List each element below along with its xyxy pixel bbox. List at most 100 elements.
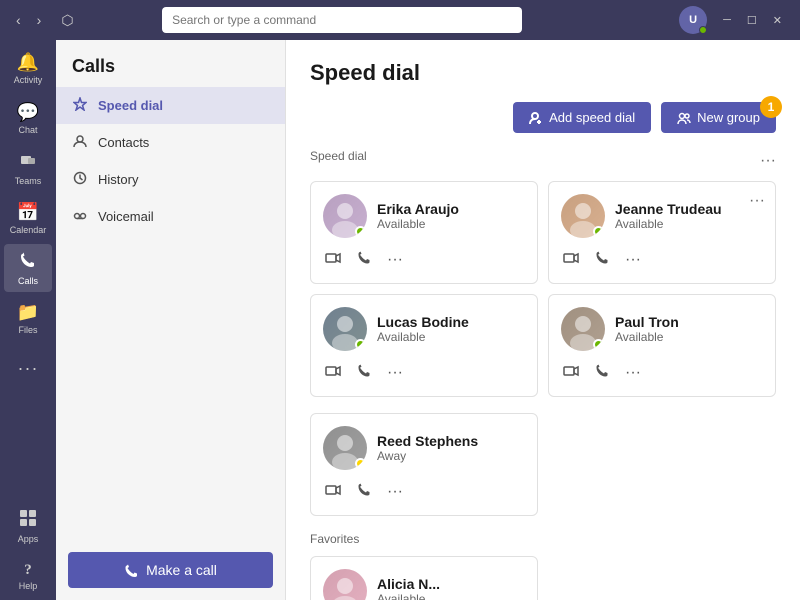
contact-info-alicia: Alicia N... Available <box>377 576 440 600</box>
phone-icon <box>357 363 371 377</box>
phone-icon <box>595 250 609 264</box>
contact-card-erika: Erika Araujo Available <box>310 181 538 284</box>
chat-label: Chat <box>18 125 37 135</box>
new-group-button[interactable]: New group <box>661 102 776 133</box>
add-speed-dial-button[interactable]: Add speed dial <box>513 102 651 133</box>
apps-icon <box>19 509 37 532</box>
titlebar: ‹ › ⬡ U ─ ☐ ✕ <box>0 0 800 40</box>
contact-info-erika: Erika Araujo Available <box>377 201 459 231</box>
minimize-button[interactable]: ─ <box>715 10 739 31</box>
speed-dial-grid: Erika Araujo Available <box>310 181 776 397</box>
sidebar-menu: Speed dial Contacts Hi <box>56 87 285 235</box>
sidebar-footer: Make a call <box>56 540 285 600</box>
avatar[interactable]: U <box>679 6 707 34</box>
make-call-button[interactable]: Make a call <box>68 552 273 588</box>
contact-status-jeanne: Available <box>615 217 722 231</box>
sidebar-item-history[interactable]: History <box>56 161 285 198</box>
teams-icon <box>19 151 37 174</box>
avatar-paul <box>561 307 605 351</box>
status-dot-erika <box>355 226 366 237</box>
sidebar-item-speed-dial[interactable]: Speed dial <box>56 87 285 124</box>
contact-card-paul: Paul Tron Available <box>548 294 776 397</box>
more-erika-button[interactable]: ··· <box>385 249 405 271</box>
edit-button[interactable]: ⬡ <box>55 10 79 31</box>
phone-call-lucas-button[interactable] <box>355 361 373 384</box>
sidebar-item-chat[interactable]: 💬 Chat <box>4 94 52 142</box>
back-button[interactable]: ‹ <box>10 10 27 30</box>
card-top-jeanne: Jeanne Trudeau Available <box>561 194 763 238</box>
avatar-erika <box>323 194 367 238</box>
contact-name-jeanne: Jeanne Trudeau <box>615 201 722 217</box>
content-area: Speed dial Add speed dial 1 <box>286 40 800 600</box>
card-top-lucas: Lucas Bodine Available <box>323 307 525 351</box>
add-speed-dial-label: Add speed dial <box>549 110 635 125</box>
sidebar-item-voicemail[interactable]: Voicemail <box>56 198 285 235</box>
person-silhouette-alicia <box>323 569 367 600</box>
page-title: Speed dial <box>310 60 776 86</box>
maximize-button[interactable]: ☐ <box>739 10 765 31</box>
favorites-grid: Alicia N... Available <box>310 556 776 600</box>
online-status-dot <box>699 26 707 34</box>
phone-call-erika-button[interactable] <box>355 248 373 271</box>
contact-name-alicia: Alicia N... <box>377 576 440 592</box>
contacts-label: Contacts <box>98 135 149 150</box>
calls-label: Calls <box>18 276 38 286</box>
empty-slot <box>548 413 776 516</box>
voicemail-label: Voicemail <box>98 209 154 224</box>
card-top-paul: Paul Tron Available <box>561 307 763 351</box>
new-group-icon <box>677 111 691 125</box>
close-button[interactable]: ✕ <box>765 10 790 31</box>
video-call-paul-button[interactable] <box>561 362 581 384</box>
sidebar-item-calls[interactable]: Calls <box>4 244 52 292</box>
help-icon: ? <box>24 562 32 579</box>
video-icon <box>325 365 341 377</box>
card-top-reed: Reed Stephens Away <box>323 426 525 470</box>
avatar-reed <box>323 426 367 470</box>
card-overflow-jeanne[interactable]: ··· <box>749 192 765 210</box>
contact-name-erika: Erika Araujo <box>377 201 459 217</box>
reed-grid: Reed Stephens Away <box>310 413 776 516</box>
card-actions-reed: ··· <box>323 480 525 503</box>
card-actions-paul: ··· <box>561 361 763 384</box>
phone-icon <box>357 482 371 496</box>
forward-button[interactable]: › <box>31 10 48 30</box>
sidebar-item-contacts[interactable]: Contacts <box>56 124 285 161</box>
search-input[interactable] <box>172 13 512 27</box>
video-call-jeanne-button[interactable] <box>561 249 581 271</box>
status-dot-paul <box>593 339 604 350</box>
speed-dial-icon <box>72 97 88 114</box>
contact-card-jeanne: Jeanne Trudeau Available <box>548 181 776 284</box>
sidebar-item-teams[interactable]: Teams <box>4 144 52 192</box>
phone-icon <box>124 563 138 577</box>
search-bar <box>162 7 522 33</box>
reed-row: Reed Stephens Away <box>310 413 776 516</box>
more-reed-button[interactable]: ··· <box>385 481 405 503</box>
sidebar-item-apps[interactable]: Apps <box>4 502 52 550</box>
sidebar-item-calendar[interactable]: 📅 Calendar <box>4 194 52 242</box>
phone-call-reed-button[interactable] <box>355 480 373 503</box>
voicemail-icon <box>72 208 88 225</box>
phone-call-paul-button[interactable] <box>593 361 611 384</box>
speed-dial-more-button[interactable]: ··· <box>760 152 776 170</box>
actions-row: Add speed dial 1 New group <box>310 102 776 133</box>
sidebar-item-more[interactable]: ··· <box>4 344 52 392</box>
card-actions-erika: ··· <box>323 248 525 271</box>
sidebar-item-activity[interactable]: 🔔 Activity <box>4 44 52 92</box>
video-call-reed-button[interactable] <box>323 481 343 503</box>
video-call-erika-button[interactable] <box>323 249 343 271</box>
card-actions-jeanne: ··· <box>561 248 763 271</box>
phone-call-jeanne-button[interactable] <box>593 248 611 271</box>
history-label: History <box>98 172 138 187</box>
contact-info-reed: Reed Stephens Away <box>377 433 478 463</box>
apps-label: Apps <box>18 534 39 544</box>
video-call-lucas-button[interactable] <box>323 362 343 384</box>
sidebar-item-help[interactable]: ? Help <box>4 552 52 600</box>
more-lucas-button[interactable]: ··· <box>385 362 405 384</box>
card-top-alicia: Alicia N... Available <box>323 569 525 600</box>
more-paul-button[interactable]: ··· <box>623 362 643 384</box>
sidebar-item-files[interactable]: 📁 Files <box>4 294 52 342</box>
contact-info-lucas: Lucas Bodine Available <box>377 314 469 344</box>
window-controls: ─ ☐ ✕ <box>715 10 790 31</box>
more-jeanne-button[interactable]: ··· <box>623 249 643 271</box>
new-group-wrapper: 1 New group <box>661 102 776 133</box>
